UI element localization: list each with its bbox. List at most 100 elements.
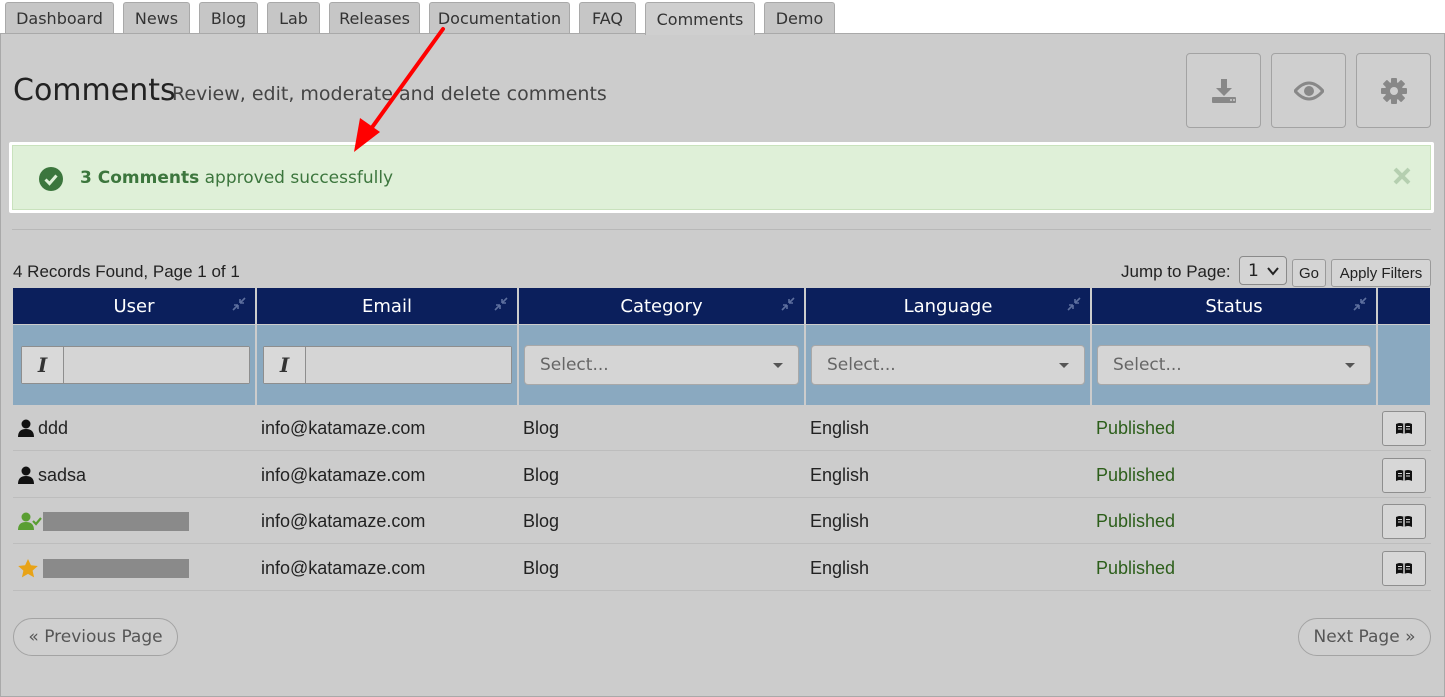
book-open-icon — [1396, 515, 1412, 527]
tab-bar: Dashboard News Blog Lab Releases Documen… — [0, 0, 1445, 35]
tab-news[interactable]: News — [123, 2, 190, 34]
compress-icon[interactable] — [1066, 296, 1082, 312]
alert-count: 3 Comments — [80, 168, 200, 188]
tab-blog[interactable]: Blog — [199, 2, 258, 34]
status-cell: Published — [1096, 510, 1176, 531]
column-header-label: Category — [620, 295, 703, 317]
column-header-label: Email — [362, 295, 412, 317]
gear-icon — [1380, 77, 1407, 104]
status-cell: Published — [1096, 417, 1176, 438]
view-comment-button[interactable] — [1382, 458, 1426, 493]
category-cell: Blog — [523, 464, 560, 485]
caret-down-icon — [773, 363, 783, 368]
book-open-icon — [1396, 469, 1412, 481]
eye-icon — [1293, 81, 1324, 100]
select-placeholder: Select... — [540, 355, 609, 375]
success-alert: 3 Comments approved successfully — [12, 145, 1431, 210]
language-cell: English — [810, 510, 870, 531]
alert-message-text: approved successfully — [199, 168, 394, 188]
tab-faq[interactable]: FAQ — [579, 2, 636, 34]
jump-page-select[interactable]: 1 — [1239, 256, 1287, 285]
column-header-user[interactable]: User — [13, 288, 255, 324]
tab-dashboard[interactable]: Dashboard — [5, 2, 114, 34]
view-comment-button[interactable] — [1382, 411, 1426, 446]
next-page-button[interactable]: Next Page » — [1298, 618, 1431, 656]
column-header-email[interactable]: Email — [257, 288, 517, 324]
tab-lab[interactable]: Lab — [267, 2, 320, 34]
category-cell: Blog — [523, 557, 560, 578]
user-cell: ddd — [18, 405, 68, 451]
user-name: ddd — [38, 417, 69, 438]
column-header-label: Language — [903, 295, 993, 317]
preview-button[interactable] — [1271, 53, 1346, 128]
category-filter-select[interactable]: Select... — [524, 345, 799, 385]
filter-cell-language: Select... — [806, 325, 1090, 405]
category-cell: Blog — [523, 417, 560, 438]
tab-documentation[interactable]: Documentation — [429, 2, 570, 34]
tab-releases[interactable]: Releases — [329, 2, 420, 34]
settings-button[interactable] — [1356, 53, 1431, 128]
view-comment-button[interactable] — [1382, 504, 1426, 539]
check-circle-icon — [39, 167, 63, 191]
filter-cell-email: I — [257, 325, 517, 405]
page-subtitle: Review, edit, moderate and delete commen… — [172, 83, 607, 105]
table-row: ddd info@katamaze.com Blog English Publi… — [13, 405, 1431, 451]
alert-message: 3 Comments approved successfully — [80, 168, 393, 188]
tab-comments[interactable]: Comments — [645, 2, 755, 35]
compress-icon[interactable] — [780, 296, 796, 312]
status-cell: Published — [1096, 557, 1176, 578]
email-cell: info@katamaze.com — [261, 557, 426, 578]
category-cell: Blog — [523, 510, 560, 531]
user-check-icon — [18, 512, 42, 530]
records-count: 4 Records Found, Page 1 of 1 — [13, 262, 240, 281]
language-cell: English — [810, 557, 870, 578]
italic-toggle-button[interactable]: I — [264, 347, 306, 383]
language-cell: English — [810, 464, 870, 485]
column-header-actions — [1378, 288, 1430, 324]
redacted-username — [43, 511, 189, 531]
filter-cell-status: Select... — [1092, 325, 1376, 405]
status-cell: Published — [1096, 464, 1176, 485]
compress-icon[interactable] — [231, 296, 247, 312]
compress-icon[interactable] — [1352, 296, 1368, 312]
user-cell — [18, 545, 189, 591]
language-cell: English — [810, 417, 870, 438]
column-header-label: Status — [1205, 295, 1263, 317]
caret-down-icon — [1059, 363, 1069, 368]
status-filter-select[interactable]: Select... — [1097, 345, 1371, 385]
email-filter-input[interactable] — [307, 347, 511, 383]
language-filter-select[interactable]: Select... — [811, 345, 1085, 385]
filter-cell-user: I — [13, 325, 255, 405]
user-cell — [18, 498, 189, 544]
user-icon — [18, 419, 34, 437]
user-name: sadsa — [38, 464, 87, 485]
export-button[interactable] — [1186, 53, 1261, 128]
previous-page-button[interactable]: « Previous Page — [13, 618, 178, 656]
table-row: info@katamaze.com Blog English Published — [13, 498, 1431, 544]
filter-cell-actions — [1378, 325, 1430, 405]
email-cell: info@katamaze.com — [261, 464, 426, 485]
go-button[interactable]: Go — [1292, 259, 1326, 287]
star-icon — [18, 558, 38, 577]
italic-toggle-button[interactable]: I — [22, 347, 64, 383]
select-placeholder: Select... — [1113, 355, 1182, 375]
column-header-category[interactable]: Category — [519, 288, 804, 324]
user-cell: sadsa — [18, 452, 86, 498]
view-comment-button[interactable] — [1382, 551, 1426, 586]
apply-filters-button[interactable]: Apply Filters — [1331, 259, 1431, 287]
column-header-language[interactable]: Language — [806, 288, 1090, 324]
table-row: info@katamaze.com Blog English Published — [13, 545, 1431, 591]
table-row: sadsa info@katamaze.com Blog English Pub… — [13, 452, 1431, 498]
divider — [12, 229, 1431, 230]
page-title: Comments — [13, 73, 176, 108]
tab-demo[interactable]: Demo — [764, 2, 835, 34]
user-filter-input[interactable] — [65, 347, 249, 383]
close-icon[interactable] — [1392, 166, 1412, 186]
filter-cell-category: Select... — [519, 325, 804, 405]
download-icon — [1211, 78, 1236, 103]
column-header-status[interactable]: Status — [1092, 288, 1376, 324]
compress-icon[interactable] — [493, 296, 509, 312]
jump-page-value: 1 — [1248, 260, 1259, 281]
email-cell: info@katamaze.com — [261, 417, 426, 438]
select-placeholder: Select... — [827, 355, 896, 375]
